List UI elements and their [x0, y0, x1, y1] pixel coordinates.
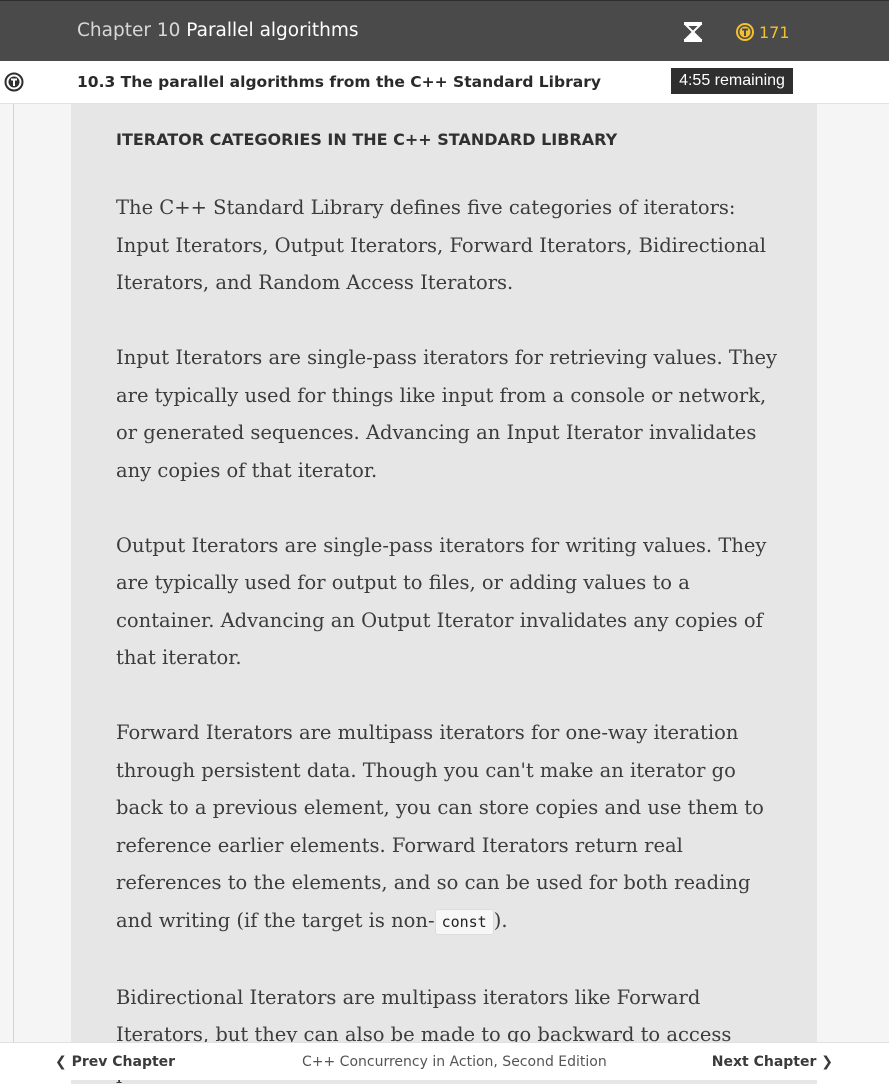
paragraph-output-iterators: Output Iterators are single-pass iterato… — [116, 527, 781, 677]
forward-text-end: ). — [494, 909, 508, 932]
token-coin-icon — [736, 23, 754, 41]
hourglass-icon[interactable] — [682, 21, 704, 43]
chapter-title: Chapter 10 Parallel algorithms — [77, 1, 359, 61]
bottom-nav-bar: ❮ Prev Chapter C++ Concurrency in Action… — [0, 1042, 889, 1080]
section-name: The parallel algorithms from the C++ Sta… — [121, 73, 601, 91]
sidebar-title: ITERATOR CATEGORIES IN THE C++ STANDARD … — [116, 130, 617, 149]
inline-code-const: const — [435, 909, 494, 935]
chevron-right-icon: ❯ — [821, 1054, 833, 1070]
next-chapter-label: Next Chapter — [712, 1054, 817, 1070]
prev-chapter-button[interactable]: ❮ Prev Chapter — [55, 1043, 175, 1081]
paragraph-forward-iterators: Forward Iterators are multipass iterator… — [116, 714, 781, 941]
book-title[interactable]: C++ Concurrency in Action, Second Editio… — [302, 1043, 607, 1081]
sidebar-box: ITERATOR CATEGORIES IN THE C++ STANDARD … — [71, 104, 817, 1084]
prev-chapter-label: Prev Chapter — [72, 1054, 175, 1070]
paragraph-input-iterators: Input Iterators are single-pass iterator… — [116, 339, 781, 489]
section-title[interactable]: 10.3 The parallel algorithms from the C+… — [77, 61, 601, 104]
paragraph-iterator-categories: The C++ Standard Library defines five ca… — [116, 189, 781, 302]
left-rail — [0, 104, 14, 1042]
section-number: 10.3 — [77, 73, 115, 91]
token-balance[interactable]: 171 — [736, 22, 790, 42]
left-gutter — [14, 104, 71, 1042]
chapter-prefix: Chapter 10 — [77, 20, 180, 41]
token-count: 171 — [759, 23, 790, 42]
chapter-name: Parallel algorithms — [186, 20, 358, 41]
chevron-left-icon: ❮ — [55, 1054, 67, 1070]
top-bar: Chapter 10 Parallel algorithms 171 — [0, 0, 889, 61]
time-remaining-badge: 4:55 remaining — [671, 68, 793, 94]
sidebar-body: The C++ Standard Library defines five ca… — [116, 189, 781, 1084]
forward-text: Forward Iterators are multipass iterator… — [116, 721, 764, 932]
toc-circle-icon[interactable] — [4, 72, 24, 92]
right-rail — [817, 104, 889, 1042]
next-chapter-button[interactable]: Next Chapter ❯ — [712, 1043, 833, 1081]
